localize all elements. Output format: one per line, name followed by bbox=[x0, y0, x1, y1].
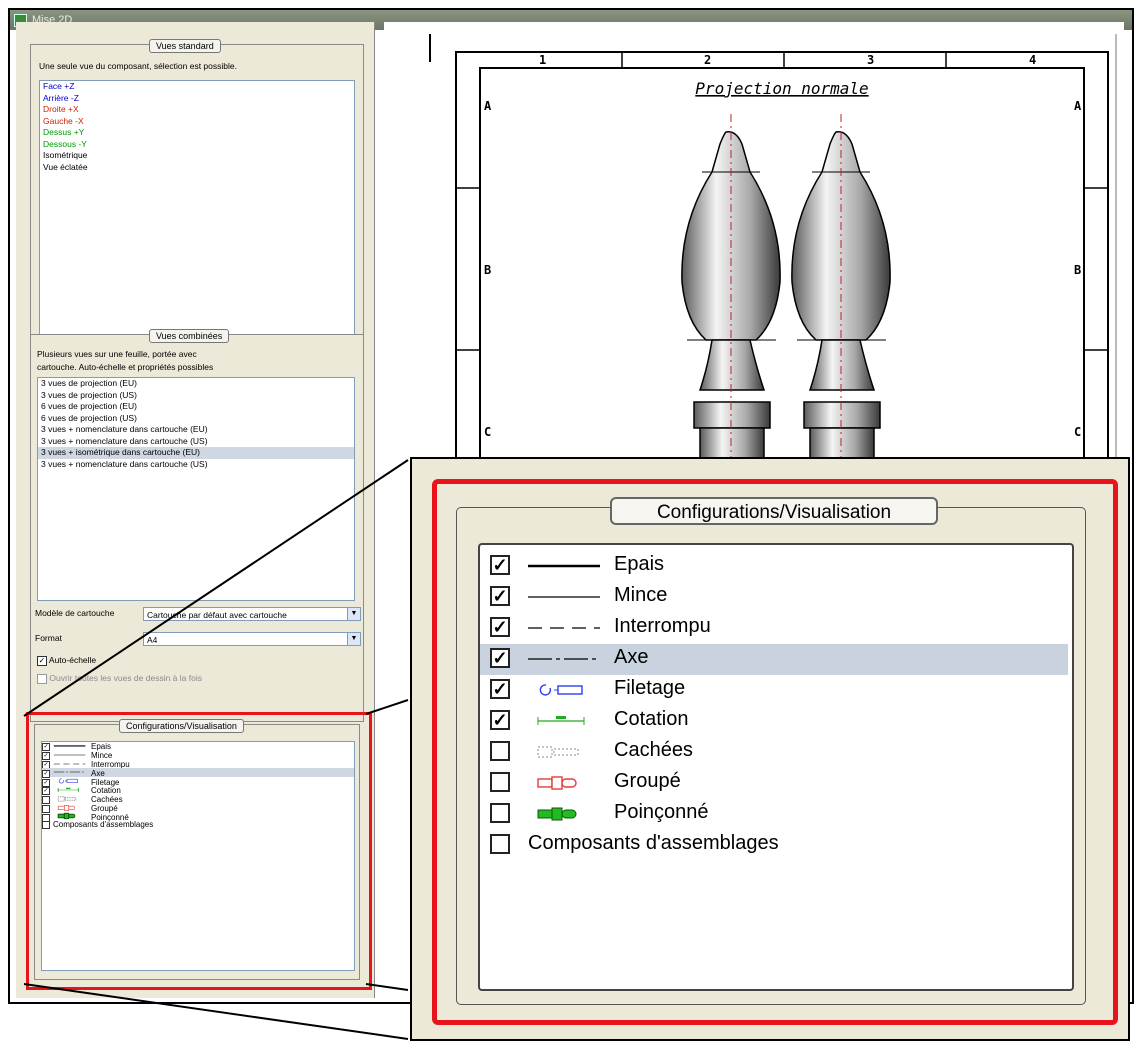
dashed-line-icon bbox=[524, 619, 604, 637]
checkbox-icon[interactable] bbox=[490, 834, 510, 854]
config-item-axe[interactable]: ✓ Axe bbox=[480, 644, 1068, 675]
config-item-epais[interactable]: ✓ Epais bbox=[480, 551, 1068, 582]
config-item-filetage[interactable]: ✓ Filetage bbox=[480, 675, 1068, 706]
checkbox-icon[interactable]: ✓ bbox=[490, 555, 510, 575]
zoom-panel: Configurations/Visualisation ✓ Epais ✓ Minc… bbox=[410, 457, 1130, 1041]
axis-line-icon bbox=[524, 650, 604, 668]
config-item-cach-es[interactable]: Cachées bbox=[480, 737, 1068, 768]
config-list[interactable]: ✓ Epais ✓ Mince ✓ Interrompu ✓ Axe ✓ Filetage ✓ Cot… bbox=[478, 543, 1074, 991]
config-item-label: Epais bbox=[614, 553, 665, 575]
checkbox-icon[interactable]: ✓ bbox=[490, 648, 510, 668]
config-item-label: Poinçonné bbox=[614, 801, 709, 823]
config-item-cotation[interactable]: ✓ Cotation bbox=[480, 706, 1068, 737]
punched-icon bbox=[524, 805, 604, 823]
config-label: Configurations/Visualisation bbox=[610, 497, 938, 525]
config-item-label: Mince bbox=[614, 584, 668, 606]
config-item-label: Groupé bbox=[614, 770, 681, 792]
checkbox-icon[interactable]: ✓ bbox=[490, 710, 510, 730]
config-item-label: Composants d'assemblages bbox=[528, 832, 779, 854]
dimension-icon bbox=[524, 712, 604, 730]
thread-icon bbox=[524, 681, 604, 699]
config-item-composants-d-assemblages[interactable]: Composants d'assemblages bbox=[480, 830, 1068, 861]
checkbox-icon[interactable] bbox=[490, 741, 510, 761]
config-item-interrompu[interactable]: ✓ Interrompu bbox=[480, 613, 1068, 644]
grouped-icon bbox=[524, 774, 604, 792]
config-item-label: Cachées bbox=[614, 739, 693, 761]
config-item-label: Filetage bbox=[614, 677, 686, 699]
checkbox-icon[interactable]: ✓ bbox=[490, 679, 510, 699]
checkbox-icon[interactable]: ✓ bbox=[490, 617, 510, 637]
config-item-label: Axe bbox=[614, 646, 649, 668]
config-item-group[interactable]: Groupé bbox=[480, 768, 1068, 799]
config-item-poin-onn[interactable]: Poinçonné bbox=[480, 799, 1068, 830]
thin-line-icon bbox=[524, 588, 604, 606]
config-item-label: Interrompu bbox=[614, 615, 711, 637]
config-item-label: Cotation bbox=[614, 708, 689, 730]
thick-line-icon bbox=[524, 557, 604, 575]
checkbox-icon[interactable] bbox=[490, 772, 510, 792]
config-item-mince[interactable]: ✓ Mince bbox=[480, 582, 1068, 613]
hidden-icon bbox=[524, 743, 604, 761]
checkbox-icon[interactable] bbox=[490, 803, 510, 823]
checkbox-icon[interactable]: ✓ bbox=[490, 586, 510, 606]
